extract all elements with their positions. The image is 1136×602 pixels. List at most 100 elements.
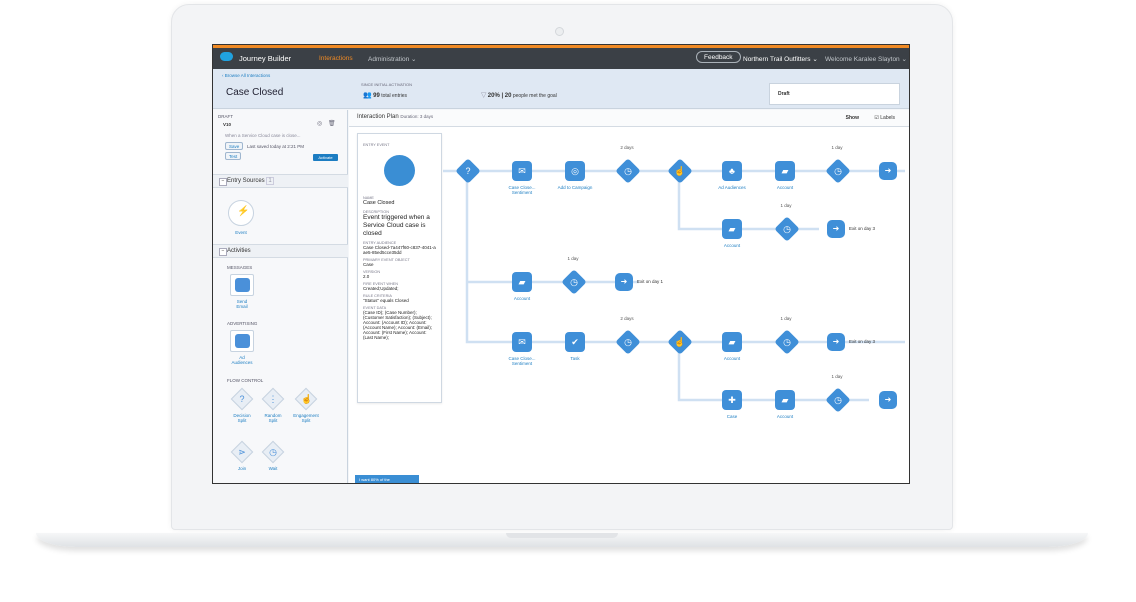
email-icon: ✉ <box>518 166 526 176</box>
email-node-2[interactable]: ✉ <box>512 332 532 352</box>
goal-stat: ▽ 20% | 20 people met the goal <box>481 91 557 99</box>
question-icon: ? <box>465 166 471 176</box>
activities-section[interactable]: Activities <box>213 244 348 258</box>
interaction-header: ‹ Browse All Interactions Case Closed SI… <box>213 69 909 109</box>
email-node-2-label: Case Close... Sentiment <box>508 356 536 366</box>
ad-audiences-icon <box>235 334 250 348</box>
people-icon: 👥 <box>363 92 372 99</box>
nav-administration[interactable]: Administration ⌄ <box>368 55 416 63</box>
org-switcher[interactable]: Northern Trail Outfitters ⌄ <box>743 55 818 63</box>
user-menu[interactable]: Welcome Karalee Slayton ⌄ <box>825 55 907 63</box>
wait-label-4: 1 day <box>567 256 579 261</box>
clock-icon: ◷ <box>269 447 277 457</box>
flow-control-label: FLOW CONTROL <box>227 378 264 383</box>
status-badge: Draft <box>769 83 900 105</box>
account-node-3[interactable]: ▰ <box>512 272 532 292</box>
wait-node-1[interactable]: ◷ <box>615 158 641 184</box>
exit-icon: ➜ <box>832 337 840 346</box>
version-label: V10 <box>223 122 232 127</box>
decision-split-node[interactable]: ? <box>455 158 481 184</box>
ad-audiences-tile[interactable] <box>230 330 254 352</box>
exit-icon: ➜ <box>832 224 840 233</box>
browse-all-link[interactable]: ‹ Browse All Interactions <box>222 73 270 78</box>
app-name: Journey Builder <box>239 54 292 63</box>
wait-label-5: 2 days <box>620 316 634 321</box>
case-node[interactable]: ✚ <box>722 390 742 410</box>
clock-icon: ◷ <box>624 166 632 176</box>
audience-value: Case Closed-7a447f60-c837-4041-aae5-85ed… <box>363 245 436 255</box>
entries-value: 99 <box>373 93 380 99</box>
engagement-split-node-1[interactable]: ☝ <box>667 158 693 184</box>
account-node-1-label: Account <box>776 185 794 190</box>
wait-node-4[interactable]: ◷ <box>561 269 587 295</box>
nav-interactions[interactable]: Interactions <box>319 55 353 62</box>
total-entries-stat: 👥 99 total entries <box>363 91 407 99</box>
engagement-icon: ☝ <box>674 166 686 176</box>
email-node-1[interactable]: ✉ <box>512 161 532 181</box>
folder-icon: ▰ <box>781 166 789 176</box>
funnel-icon: ▽ <box>481 92 487 99</box>
since-activation-label: SINCE INITIAL ACTIVATION <box>361 82 413 87</box>
wait-label-2: 1 day <box>831 145 843 150</box>
campaign-icon: ◎ <box>571 166 579 176</box>
wait-tile[interactable]: ◷ <box>261 440 285 464</box>
camera-dot <box>555 27 564 36</box>
email-icon <box>235 278 250 292</box>
wait-node-6[interactable]: ◷ <box>774 329 800 355</box>
question-icon: ? <box>239 394 245 404</box>
account-node-4[interactable]: ▰ <box>722 332 742 352</box>
random-split-tile[interactable]: ⋮ <box>261 387 285 411</box>
account-node-1[interactable]: ▰ <box>775 161 795 181</box>
task-node[interactable]: ✔ <box>565 332 585 352</box>
wait-node-5[interactable]: ◷ <box>615 329 641 355</box>
app-screen: Journey Builder Interactions Administrat… <box>212 44 910 484</box>
clock-icon: ◷ <box>834 395 842 405</box>
decision-split-tile[interactable]: ? <box>230 387 254 411</box>
fire-value: Created;Updated; <box>363 286 399 291</box>
account-node-5[interactable]: ▰ <box>775 390 795 410</box>
campaign-node[interactable]: ◎ <box>565 161 585 181</box>
exit-node-5[interactable]: ➜ <box>879 391 897 409</box>
task-node-label: Task <box>570 356 580 361</box>
engagement-split-node-2[interactable]: ☝ <box>667 329 693 355</box>
account-node-2-label: Account <box>723 243 741 248</box>
wait-label-1: 2 days <box>620 145 634 150</box>
cloud-logo-icon <box>220 52 233 61</box>
clock-icon: ◷ <box>624 337 632 347</box>
lightning-icon: ⚡ <box>237 206 250 217</box>
last-saved-text: Last saved today at 2:21 PM <box>247 144 305 149</box>
goal-label: people met the goal <box>512 93 557 99</box>
trash-icon[interactable]: 🗑 <box>328 120 336 127</box>
draft-label: DRAFT <box>218 114 233 119</box>
settings-icon[interactable]: ◎ <box>317 120 322 127</box>
send-email-caption: Send Email <box>236 299 248 309</box>
top-nav-bar: Journey Builder Interactions Administrat… <box>213 45 909 69</box>
exit-node-2[interactable]: ➜ <box>827 220 845 238</box>
goal-note-tab[interactable]: I want 80% of the <box>355 475 419 483</box>
exit-node-4[interactable]: ➜ <box>827 333 845 351</box>
feedback-button[interactable]: Feedback <box>696 51 741 63</box>
save-button[interactable]: Save <box>225 142 244 150</box>
wait-label-7: 1 day <box>831 374 843 379</box>
wait-node-2[interactable]: ◷ <box>825 158 851 184</box>
activate-button[interactable]: Activate <box>313 154 338 161</box>
wait-node-3[interactable]: ◷ <box>774 216 800 242</box>
account-node-3-label: Account <box>513 296 531 301</box>
folder-icon: ▰ <box>518 277 526 287</box>
exit-node-3-label: Exit on day 1 <box>637 279 664 284</box>
entries-label: total entries <box>381 93 408 99</box>
exit-node-3[interactable]: ➜ <box>615 273 633 291</box>
send-email-tile[interactable] <box>230 274 254 296</box>
account-node-2[interactable]: ▰ <box>722 219 742 239</box>
test-button[interactable]: Test <box>225 152 242 160</box>
wait-node-7[interactable]: ◷ <box>825 387 851 413</box>
ad-audiences-node[interactable]: ♣ <box>722 161 742 181</box>
activities-label: Activities <box>227 248 251 254</box>
engagement-split-tile[interactable]: ☝ <box>294 387 318 411</box>
email-icon: ✉ <box>518 337 526 347</box>
entry-sources-section[interactable]: Entry Sources 1 <box>213 174 348 188</box>
event-tile[interactable]: ⚡ <box>228 200 254 226</box>
join-tile[interactable]: ⋗ <box>230 440 254 464</box>
entry-event-panel[interactable]: ENTRY EVENT NAME Case Closed DESCRIPTION… <box>357 133 442 403</box>
exit-node-1[interactable]: ➜ <box>879 162 897 180</box>
